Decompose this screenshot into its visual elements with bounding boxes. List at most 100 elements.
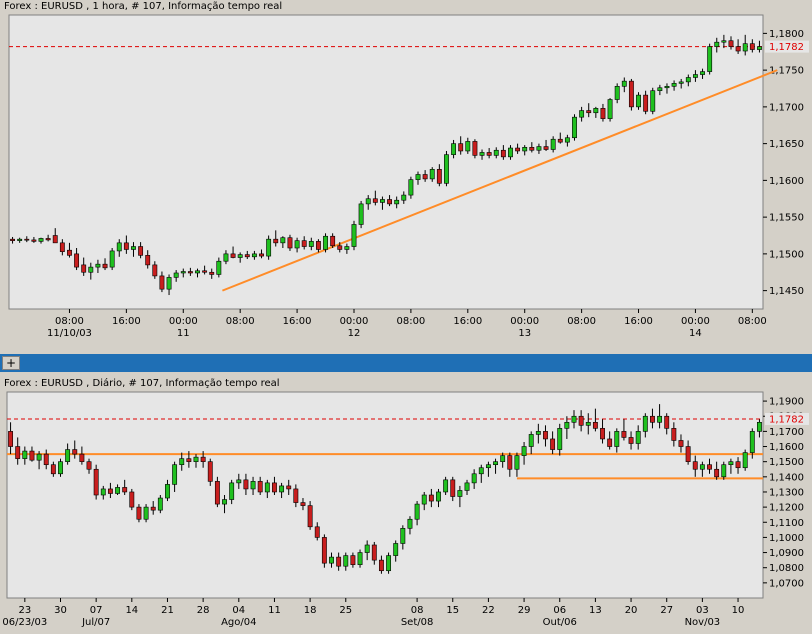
candle-body [109,250,115,268]
candle-body [314,526,320,538]
candle-body [457,490,463,497]
candle-body [58,461,63,475]
candle-body [329,556,334,564]
x-tick-sublabel: 12 [348,328,361,339]
x-tick-label: 16:00 [283,316,312,327]
candle-body [464,482,470,491]
candle-body [664,85,670,89]
candle-body [307,505,313,528]
y-tick-label: 1,1650 [769,139,804,150]
candle-body [79,453,85,462]
x-tick-sublabel: 11 [177,328,190,339]
candle [321,534,327,568]
candle-body [692,461,698,470]
y-tick-label: 1,1900 [769,397,804,408]
candle-body [607,438,613,447]
candle-body [535,431,541,435]
candle-body [22,450,28,459]
candle-body [257,481,263,493]
candle-body [386,555,392,572]
x-tick-sublabel: Jul/07 [81,617,110,628]
y-tick-label: 1,1500 [769,457,804,468]
candle-body [300,502,306,506]
candle-body [357,552,363,565]
candle-body [479,152,485,156]
candle-body [714,41,720,47]
x-tick-label: 23 [18,605,31,616]
candle-body [592,421,598,429]
daily-candlestick-chart[interactable]: 1,19001,18001,17001,16001,15001,14001,13… [0,377,812,634]
hourly-candlestick-chart[interactable]: 1,18001,17501,17001,16501,16001,15501,15… [0,0,812,354]
daily-chart-pane: Forex : EURUSD , Diário, # 107, Informaç… [0,377,812,634]
candle-body [600,108,606,119]
candle-body [543,431,548,440]
candle-body [571,415,577,423]
candle-body [458,143,464,152]
candle-body [564,137,570,143]
candle-body [100,488,106,496]
candle-body [414,503,420,520]
candle-body [43,453,49,466]
plot-area [8,14,764,310]
pane-resize-handle-icon[interactable]: + [2,356,20,370]
candle-body [86,461,92,470]
candle [707,43,713,75]
candle-body [436,491,441,502]
reference-price-label: 1,1782 [769,42,804,53]
candle-body [358,203,364,225]
candle-body [107,488,113,494]
candle-body [521,446,527,456]
candle-body [614,431,620,447]
candle-body [728,461,734,466]
candle-body [508,147,513,158]
candle [742,449,748,471]
candle-body [557,428,563,450]
candle-body [529,147,535,151]
candle-body [756,421,762,432]
candle-body [564,421,570,429]
candle-body [193,456,199,462]
x-tick-sublabel: Set/08 [401,617,434,628]
x-tick-label: 11 [268,605,281,616]
candle-body [350,555,356,565]
candle-body [500,149,506,158]
candle-body [280,237,286,244]
candle-body [152,264,158,277]
x-tick-label: 16:00 [453,316,482,327]
x-tick-label: 13 [589,605,602,616]
candle-body [243,479,249,490]
candle-body [678,440,684,447]
candle-body [294,240,300,249]
candle-body [650,90,656,112]
candle-body [700,71,705,75]
x-tick-label: 06 [553,605,566,616]
x-tick-label: 08:00 [396,316,425,327]
candle-body [88,266,94,273]
pane-divider[interactable] [0,354,812,372]
x-tick-label: 18 [304,605,317,616]
candle-body [173,272,179,278]
candle-body [123,242,129,250]
candle [351,220,357,251]
candle [93,464,99,500]
y-tick-label: 1,0800 [769,563,804,574]
candle-body [187,271,193,274]
candle-body [209,271,215,275]
candle-body [451,143,457,155]
candle-body [166,277,172,290]
x-tick-label: 04 [232,605,245,616]
candle-body [735,46,741,52]
candle-body [165,484,170,499]
candle-body [145,255,151,266]
candle-body [465,141,471,152]
candle-body [514,455,520,470]
x-tick-sublabel: Nov/03 [685,617,721,628]
candle-body [572,116,577,139]
candle-body [273,238,279,244]
candle-body [714,468,720,478]
y-tick-label: 1,1000 [769,533,804,544]
candle-body [372,198,378,203]
x-tick-label: 10 [732,605,745,616]
candle [572,114,577,141]
candle-body [557,138,563,143]
